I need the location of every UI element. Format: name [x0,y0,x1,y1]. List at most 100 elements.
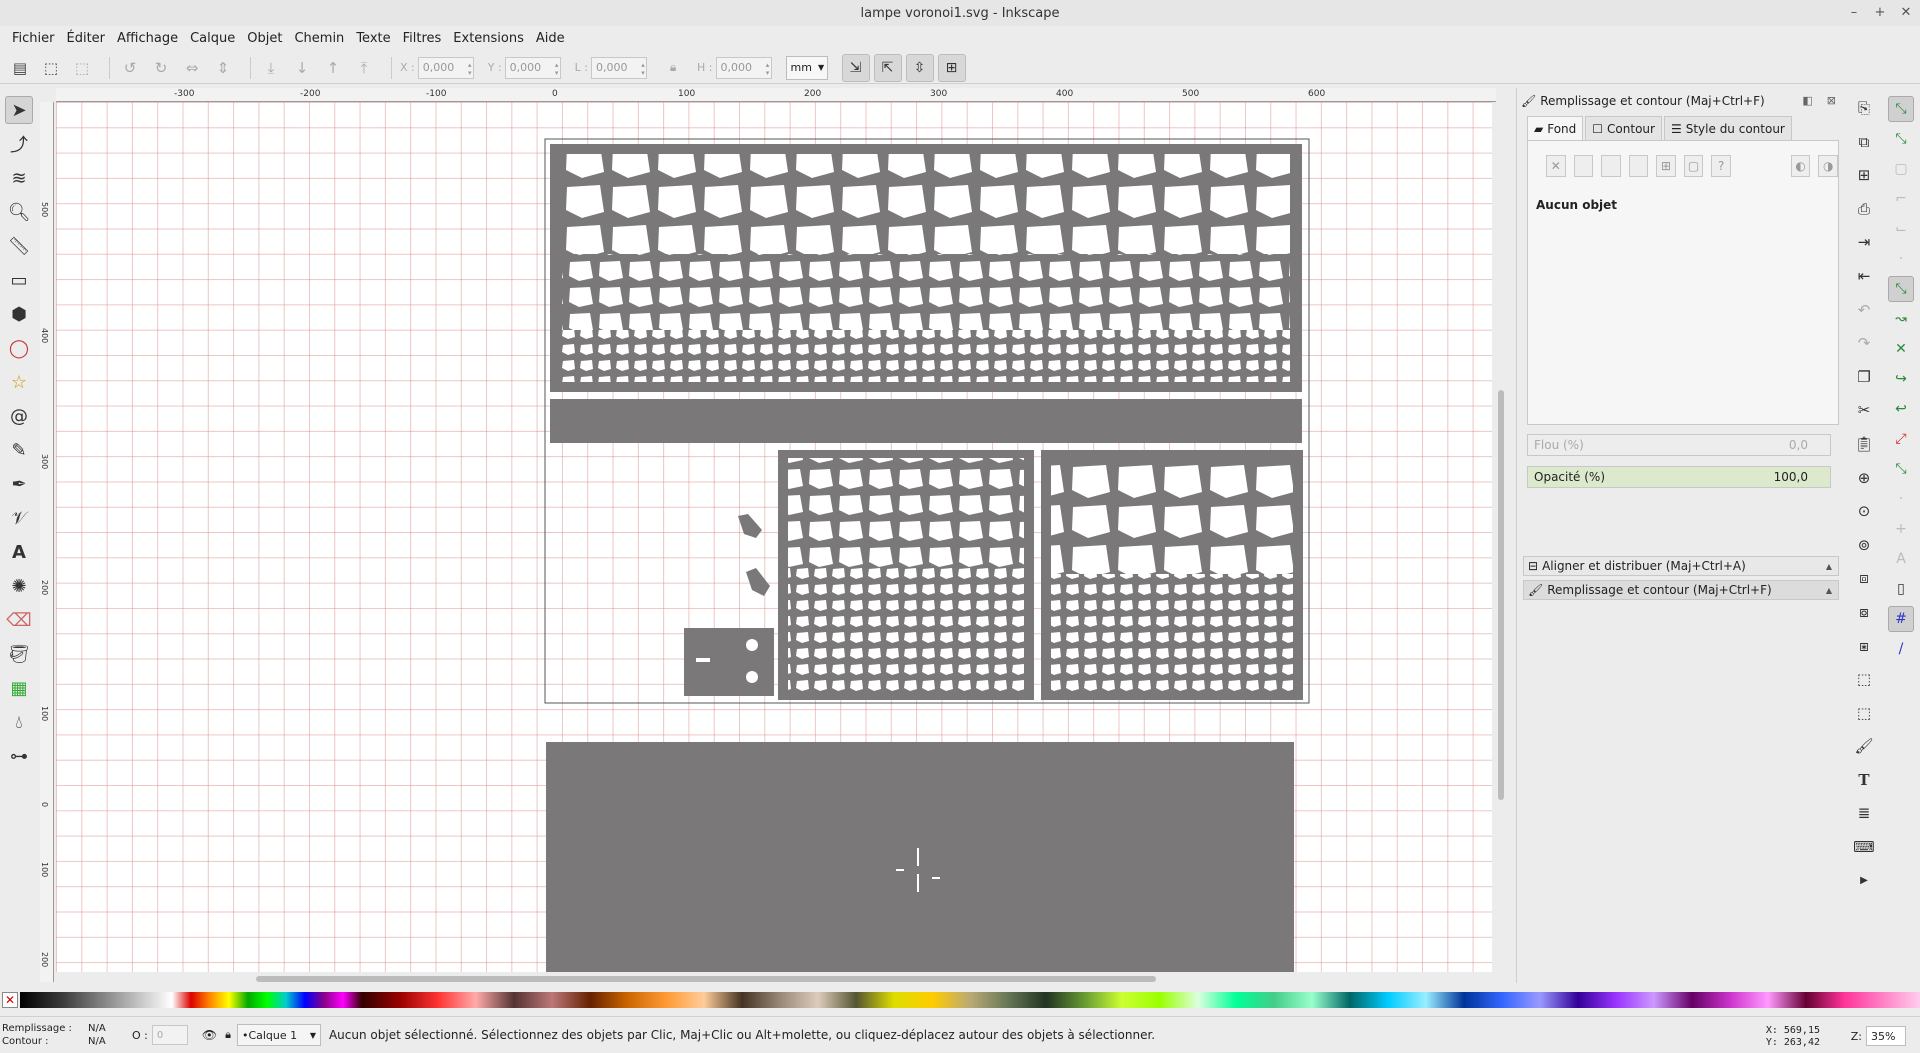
close-icon[interactable]: ✕ [1898,4,1914,20]
lower-bottom-icon[interactable]: ⤓ [259,56,283,80]
deselect-icon[interactable]: ⬚ [70,56,94,80]
menu-chemin[interactable]: Chemin [288,31,350,46]
fill-stroke-dialog-icon[interactable]: 🖌︎ [1852,734,1876,758]
drawing-canvas[interactable] [56,102,1492,972]
flip-horizontal-icon[interactable]: ⇔ [180,56,204,80]
menu-editer[interactable]: Éditer [61,31,112,46]
linear-gradient-icon[interactable] [1601,155,1621,177]
layers-icon[interactable]: ≣ [1852,801,1876,825]
menu-filtres[interactable]: Filtres [397,31,448,46]
transform-patterns-toggle[interactable]: ⊞ [937,53,966,82]
xml-editor-icon[interactable]: ⌨ [1852,835,1876,859]
new-document-icon[interactable]: ⎘ [1852,96,1876,120]
pencil-tool-icon[interactable]: ✎ [5,436,33,464]
snap-object-centers-icon[interactable]: · [1888,486,1914,512]
calligraphy-tool-icon[interactable]: 𝒱 [5,504,33,532]
paste-icon[interactable]: 📋︎ [1852,432,1876,456]
lock-ratio-icon[interactable]: 🔒︎ [661,56,685,80]
horizontal-scrollbar[interactable] [56,974,1496,984]
height-input[interactable]: 0,000 [715,56,772,79]
snap-bbox-centers-icon[interactable]: · [1888,246,1914,272]
star-tool-icon[interactable]: ☆ [5,368,33,396]
more-icon[interactable]: ▶ [1852,869,1876,893]
redo-icon[interactable]: ↷ [1852,331,1876,355]
opacity-input[interactable]: 0 [151,1025,188,1045]
paint-bucket-tool-icon[interactable]: 🪣︎ [5,640,33,668]
eraser-tool-icon[interactable]: ⌫ [5,606,33,634]
swatch-icon[interactable]: ▢ [1683,155,1704,177]
snap-cusp-nodes-icon[interactable]: ↪ [1888,366,1914,392]
flip-vertical-icon[interactable]: ⇕ [211,56,235,80]
raise-icon[interactable]: ↑ [321,56,345,80]
y-input[interactable]: 0,000 [504,56,561,79]
snap-smooth-nodes-icon[interactable]: ↩ [1888,396,1914,422]
3d-box-tool-icon[interactable]: ⬢ [5,300,33,328]
zoom-drawing-icon[interactable]: ⊙ [1852,499,1876,523]
snap-paths-icon[interactable]: ↝ [1888,306,1914,332]
tab-contour[interactable]: ☐ Contour [1585,116,1662,140]
toggle-visibility-icon[interactable]: 👁︎ [202,1028,217,1042]
spray-tool-icon[interactable]: ✺ [5,572,33,600]
measure-tool-icon[interactable]: 📏︎ [5,232,33,260]
snap-rotation-center-icon[interactable]: + [1888,516,1914,542]
flat-color-icon[interactable] [1573,155,1594,177]
lower-icon[interactable]: ↓ [290,56,314,80]
snap-midpoints-icon[interactable]: ⤢ [1888,426,1914,452]
unset-paint-icon[interactable]: ? [1711,155,1731,177]
fill-rule-evenodd-icon[interactable]: ◐ [1790,155,1811,177]
snap-bbox-icon[interactable]: ⤡ [1888,126,1914,152]
open-icon[interactable]: ⧉ [1852,130,1876,154]
vertical-scrollbar[interactable] [1496,100,1506,980]
print-icon[interactable]: ⎙ [1852,197,1876,221]
undo-icon[interactable]: ↶ [1852,298,1876,322]
cut-icon[interactable]: ✂ [1852,398,1876,422]
scale-corners-toggle[interactable]: ⇱ [873,53,902,82]
zoom-page-icon[interactable]: ⊚ [1852,533,1876,557]
ungroup-icon[interactable]: ⬚ [1852,701,1876,725]
snap-others-icon[interactable]: ⤡ [1888,456,1914,482]
duplicate-icon[interactable]: ⧈ [1852,566,1876,590]
transform-gradients-toggle[interactable]: ⇳ [905,53,934,82]
raise-top-icon[interactable]: ⤒ [352,56,376,80]
zoom-selection-icon[interactable]: ⊕ [1852,466,1876,490]
opacity-slider[interactable]: Opacité (%) 100,0 [1527,466,1831,488]
snap-text-baseline-icon[interactable]: A [1888,546,1914,572]
zoom-input[interactable]: 35% [1866,1026,1906,1046]
tab-style-contour[interactable]: ☰ Style du contour [1663,116,1792,140]
text-tool-icon[interactable]: A [5,538,33,566]
close-dialog-icon[interactable]: ⊠ [1827,94,1836,107]
node-tool-icon[interactable]: ⤴ [5,130,33,158]
rotate-ccw-icon[interactable]: ↺ [118,56,142,80]
minimize-icon[interactable]: – [1846,4,1862,20]
snap-intersections-icon[interactable]: ✕ [1888,336,1914,362]
snap-bbox-midpoints-icon[interactable]: ⌙ [1888,216,1914,242]
toggle-lock-icon[interactable]: 🔒︎ [225,1028,231,1042]
menu-extensions[interactable]: Extensions [447,31,530,46]
color-palette[interactable]: ✕ [0,990,1920,1010]
layer-select[interactable]: •Calque 1 ▼ [236,1024,321,1046]
scale-stroke-toggle[interactable]: ⇲ [841,53,870,82]
width-input[interactable]: 0,000 [591,56,648,79]
save-icon[interactable]: ⊞ [1852,163,1876,187]
menu-texte[interactable]: Texte [350,31,396,46]
fill-rule-nonzero-icon[interactable]: ◑ [1818,155,1838,177]
group-icon[interactable]: ⬚ [1852,667,1876,691]
unit-select[interactable]: mm ▼ [785,55,828,80]
select-all-icon[interactable]: ▤ [8,56,32,80]
copy-icon[interactable]: ❐ [1852,365,1876,389]
align-distribute-panel-tab[interactable]: ⊟ Aligner et distribuer (Maj+Ctrl+A) ▲ [1523,556,1839,576]
rectangle-tool-icon[interactable]: ▭ [5,266,33,294]
connector-tool-icon[interactable]: ⊶ [5,742,33,770]
menu-fichier[interactable]: Fichier [6,31,61,46]
snap-bbox-edges-icon[interactable]: ▢ [1888,156,1914,182]
zoom-tool-icon[interactable]: 🔍︎ [5,198,33,226]
menu-aide[interactable]: Aide [530,31,571,46]
import-icon[interactable]: ⇥ [1852,230,1876,254]
snap-toggle-icon[interactable]: ⤡ [1888,96,1914,122]
tweak-tool-icon[interactable]: ≋ [5,164,33,192]
iconify-icon[interactable]: ◧ [1802,94,1812,107]
maximize-icon[interactable]: + [1872,4,1888,20]
export-icon[interactable]: ⇤ [1852,264,1876,288]
blur-slider[interactable]: Flou (%) 0,0 [1527,434,1831,456]
text-font-icon[interactable]: T [1852,768,1876,792]
